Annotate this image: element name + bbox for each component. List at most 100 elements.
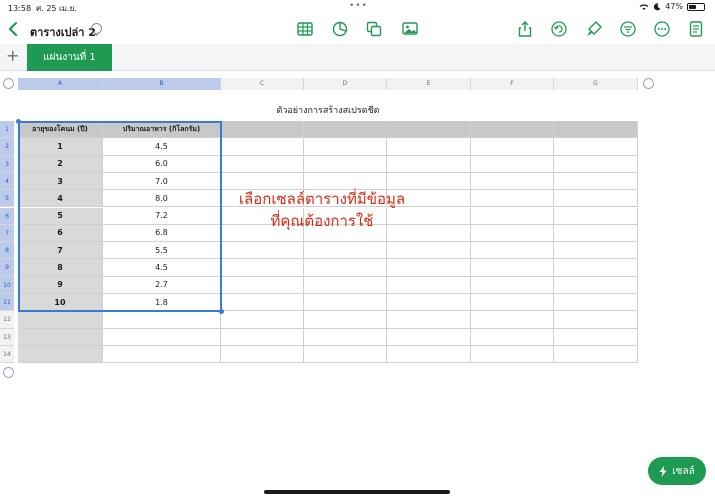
table-cell[interactable]: 6 bbox=[18, 224, 103, 243]
header-cell[interactable] bbox=[221, 121, 304, 139]
table-cell[interactable] bbox=[554, 190, 638, 208]
table-cell[interactable] bbox=[103, 311, 221, 329]
more-icon[interactable] bbox=[653, 20, 671, 38]
row-header-11[interactable]: 11 bbox=[0, 294, 14, 312]
shape-icon[interactable] bbox=[365, 20, 383, 38]
table-cell[interactable] bbox=[18, 328, 103, 346]
table-cell[interactable]: 4.5 bbox=[103, 138, 221, 156]
table-cell[interactable] bbox=[387, 138, 471, 156]
table-cell[interactable] bbox=[471, 259, 554, 277]
undo-icon[interactable] bbox=[550, 20, 568, 38]
table-cell[interactable] bbox=[554, 207, 638, 225]
row-header-7[interactable]: 7 bbox=[0, 224, 14, 243]
table-cell[interactable] bbox=[304, 345, 387, 364]
table-cell[interactable] bbox=[554, 276, 638, 294]
column-title-cell[interactable]: ปริมาณอาหาร (กิโลกรัม) bbox=[103, 121, 221, 139]
title-chevron-down-icon[interactable] bbox=[91, 23, 102, 37]
table-cell[interactable] bbox=[554, 155, 638, 173]
table-cell[interactable] bbox=[221, 138, 304, 156]
document-icon[interactable] bbox=[687, 20, 705, 38]
table-cell[interactable] bbox=[304, 328, 387, 346]
row-header-1[interactable]: 1 bbox=[0, 121, 14, 139]
table-cell[interactable] bbox=[471, 242, 554, 260]
table-cell[interactable]: 5 bbox=[18, 207, 103, 225]
row-header-10[interactable]: 10 bbox=[0, 276, 14, 294]
selection-handle-top-left[interactable] bbox=[16, 119, 21, 124]
table-cell[interactable] bbox=[304, 259, 387, 277]
table-cell[interactable]: 3 bbox=[18, 172, 103, 191]
header-cell[interactable] bbox=[471, 121, 554, 139]
table-cell[interactable]: 4.5 bbox=[103, 259, 221, 277]
header-cell[interactable] bbox=[554, 121, 638, 139]
chart-icon[interactable] bbox=[331, 20, 349, 38]
table-cell[interactable] bbox=[554, 294, 638, 312]
table-cell[interactable] bbox=[471, 207, 554, 225]
home-indicator[interactable] bbox=[264, 490, 450, 494]
column-header-e[interactable]: E bbox=[387, 78, 471, 90]
table-cell[interactable] bbox=[304, 294, 387, 312]
row-header-12[interactable]: 12 bbox=[0, 311, 14, 329]
table-cell[interactable] bbox=[221, 259, 304, 277]
row-header-8[interactable]: 8 bbox=[0, 242, 14, 260]
row-header-2[interactable]: 2 bbox=[0, 138, 14, 156]
table-cell[interactable] bbox=[554, 138, 638, 156]
share-icon[interactable] bbox=[516, 20, 534, 38]
table-cell[interactable] bbox=[471, 155, 554, 173]
table-cell[interactable]: 9 bbox=[18, 276, 103, 294]
filter-icon[interactable] bbox=[619, 20, 637, 38]
table-title[interactable]: ตัวอย่างการสร้างสเปรดชีต bbox=[18, 103, 638, 117]
row-header-5[interactable]: 5 bbox=[0, 190, 14, 208]
table-cell[interactable] bbox=[304, 155, 387, 173]
format-brush-icon[interactable] bbox=[585, 20, 603, 38]
tab-sheet-1[interactable]: แผ่นงานที่ 1 bbox=[27, 44, 112, 71]
table-cell[interactable]: 8.0 bbox=[103, 190, 221, 208]
table-cell[interactable] bbox=[471, 345, 554, 364]
table-cell[interactable]: 5.5 bbox=[103, 242, 221, 260]
table-cell[interactable] bbox=[387, 276, 471, 294]
table-cell[interactable] bbox=[554, 259, 638, 277]
table-cell[interactable] bbox=[387, 345, 471, 364]
table-cell[interactable] bbox=[554, 242, 638, 260]
column-header-c[interactable]: C bbox=[221, 78, 304, 90]
table-cell[interactable] bbox=[221, 345, 304, 364]
table-cell[interactable] bbox=[221, 242, 304, 260]
table-cell[interactable] bbox=[387, 242, 471, 260]
add-sheet-button[interactable]: + bbox=[6, 48, 19, 64]
row-header-3[interactable]: 3 bbox=[0, 155, 14, 173]
table-cell[interactable]: 6.8 bbox=[103, 224, 221, 243]
table-cell[interactable] bbox=[18, 345, 103, 364]
table-cell[interactable]: 6.0 bbox=[103, 155, 221, 173]
select-all-handle[interactable] bbox=[3, 78, 14, 89]
document-title[interactable]: ตารางเปล่า 2 bbox=[30, 23, 96, 41]
table-cell[interactable] bbox=[304, 276, 387, 294]
row-header-6[interactable]: 6 bbox=[0, 207, 14, 225]
table-cell[interactable] bbox=[221, 311, 304, 329]
table-cell[interactable] bbox=[471, 276, 554, 294]
media-icon[interactable] bbox=[401, 20, 419, 38]
table-cell[interactable] bbox=[471, 224, 554, 243]
table-cell[interactable] bbox=[387, 294, 471, 312]
row-header-13[interactable]: 13 bbox=[0, 328, 14, 346]
table-cell[interactable] bbox=[471, 138, 554, 156]
table-cell[interactable] bbox=[221, 328, 304, 346]
table-cell[interactable] bbox=[471, 328, 554, 346]
table-cell[interactable] bbox=[471, 190, 554, 208]
table-cell[interactable]: 2.7 bbox=[103, 276, 221, 294]
row-header-14[interactable]: 14 bbox=[0, 345, 14, 364]
table-cell[interactable] bbox=[103, 328, 221, 346]
table-cell[interactable]: 8 bbox=[18, 259, 103, 277]
table-cell[interactable]: 7.2 bbox=[103, 207, 221, 225]
multitask-dots-icon[interactable]: ••• bbox=[349, 1, 368, 11]
table-cell[interactable]: 7.0 bbox=[103, 172, 221, 191]
table-cell[interactable]: 2 bbox=[18, 155, 103, 173]
row-header-9[interactable]: 9 bbox=[0, 259, 14, 277]
column-header-b[interactable]: B bbox=[103, 78, 221, 90]
header-cell[interactable] bbox=[304, 121, 387, 139]
cell-format-button[interactable]: เซลล์ bbox=[648, 457, 706, 485]
table-cell[interactable] bbox=[554, 328, 638, 346]
table-cell[interactable] bbox=[304, 138, 387, 156]
table-cell[interactable] bbox=[221, 155, 304, 173]
table-cell[interactable] bbox=[387, 328, 471, 346]
table-cell[interactable]: 7 bbox=[18, 242, 103, 260]
table-cell[interactable] bbox=[18, 311, 103, 329]
